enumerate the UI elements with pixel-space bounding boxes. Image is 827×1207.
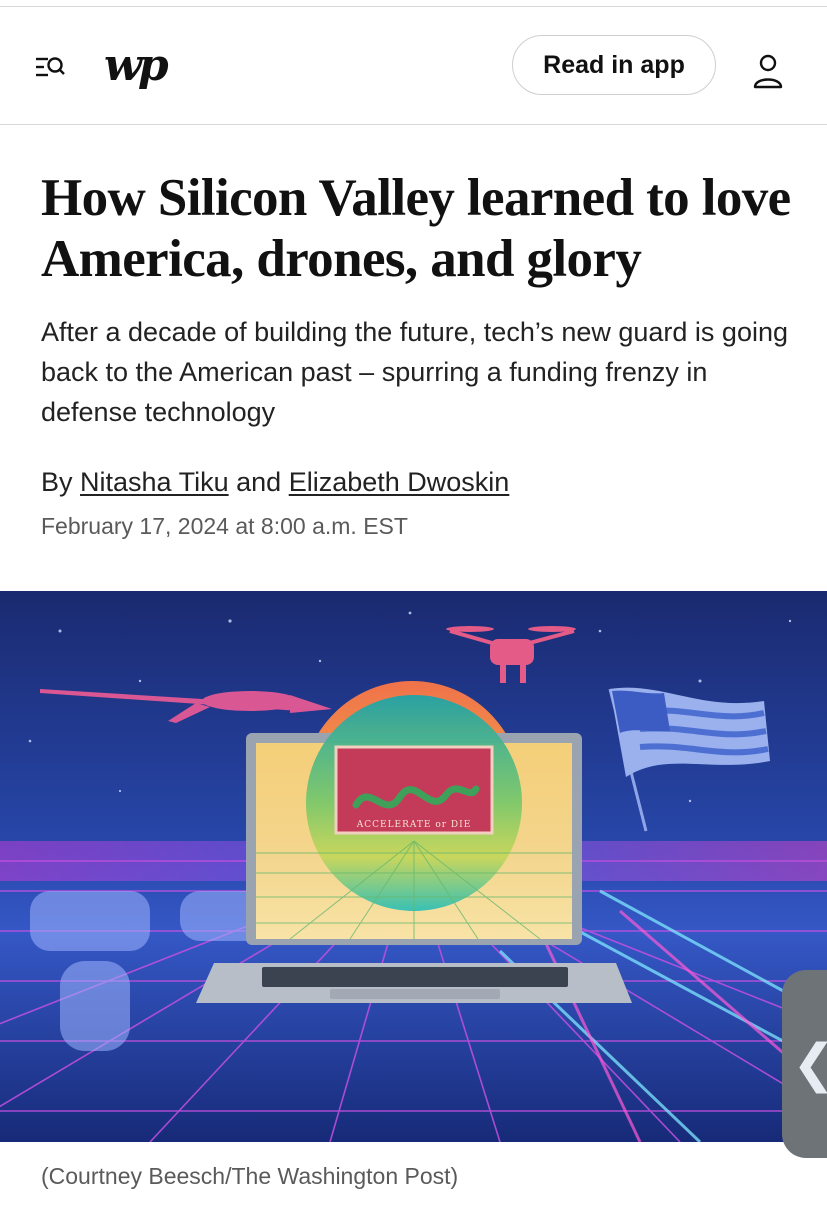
byline: By Nitasha Tiku and Elizabeth Dwoskin [41, 462, 801, 502]
site-header: wp Read in app [0, 7, 827, 125]
side-panel-toggle[interactable]: ❮ [782, 970, 827, 1158]
washington-post-logo[interactable]: wp [104, 41, 169, 91]
author-link-nitasha-tiku[interactable]: Nitasha Tiku [80, 467, 229, 497]
byline-joiner: and [236, 467, 282, 497]
hero-caption: (Courtney Beesch/The Washington Post) [41, 1163, 459, 1189]
article-headline: How Silicon Valley learned to love Ameri… [41, 169, 791, 288]
chevron-left-icon: ❮ [792, 1034, 827, 1094]
article-dek: After a decade of building the future, t… [41, 317, 788, 427]
publish-date: February 17, 2024 at 8:00 a.m. EST [41, 513, 408, 539]
user-icon [753, 54, 783, 89]
byline-prefix: By [41, 467, 73, 497]
account-button[interactable] [748, 51, 788, 91]
author-link-elizabeth-dwoskin[interactable]: Elizabeth Dwoskin [289, 467, 510, 497]
menu-search-icon [36, 57, 65, 77]
hero-illustration: ACCELERATE or DIE [0, 591, 827, 1142]
read-in-app-button[interactable]: Read in app [512, 35, 716, 95]
laptop-screen-text: ACCELERATE or DIE [356, 820, 472, 830]
hero-art: ACCELERATE or DIE [0, 591, 827, 1142]
menu-search-button[interactable] [30, 51, 70, 83]
